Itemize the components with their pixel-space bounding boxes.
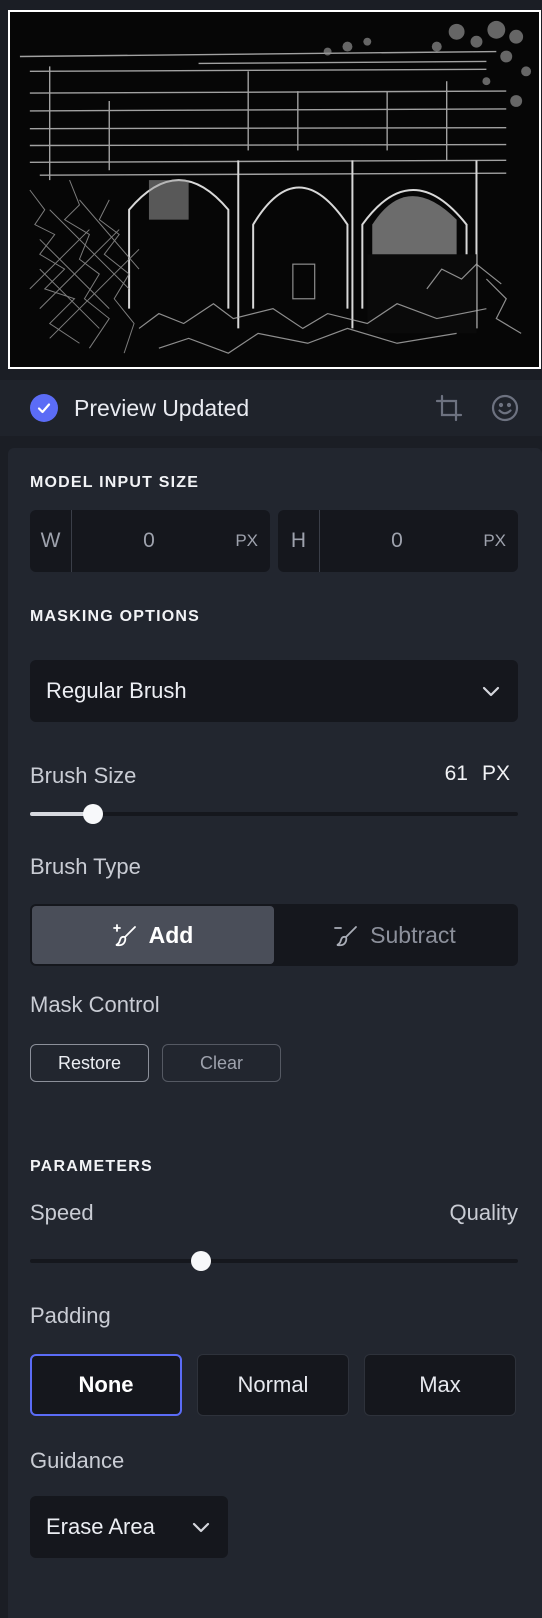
width-unit: PX (235, 531, 258, 550)
smiley-icon[interactable] (490, 393, 520, 423)
brush-add-icon (112, 924, 136, 947)
speed-quality-slider-thumb[interactable] (190, 1251, 211, 1271)
width-prefix: W (30, 510, 72, 572)
brush-type-subtract-button[interactable]: Subtract (274, 906, 516, 964)
padding-label: Padding (30, 1303, 111, 1328)
width-field[interactable]: W 0 PX (30, 510, 270, 572)
padding-normal-button[interactable]: Normal (197, 1354, 349, 1416)
masking-mode-select[interactable]: Regular Brush (30, 660, 518, 722)
status-bar: Preview Updated (0, 380, 542, 436)
brush-size-value: 61 (444, 762, 468, 785)
preview-image[interactable] (8, 10, 541, 369)
masking-mode-value: Regular Brush (46, 678, 187, 703)
mask-control-label: Mask Control (30, 992, 160, 1017)
speed-quality-slider[interactable] (30, 1251, 518, 1271)
padding-none-button[interactable]: None (30, 1354, 182, 1416)
brush-type-add-label: Add (148, 921, 194, 948)
brush-type-subtract-label: Subtract (370, 921, 456, 948)
crop-icon[interactable] (434, 393, 464, 423)
model-input-size-heading: MODEL INPUT SIZE (30, 474, 200, 491)
height-unit: PX (483, 531, 506, 550)
status-text: Preview Updated (74, 395, 250, 421)
chevron-down-icon (482, 686, 500, 697)
restore-button[interactable]: Restore (30, 1044, 149, 1082)
brush-type-toggle: Add Subtract (30, 904, 518, 966)
clear-button[interactable]: Clear (162, 1044, 281, 1082)
brush-subtract-icon (334, 926, 358, 947)
brush-size-slider-thumb[interactable] (83, 804, 104, 824)
guidance-select[interactable]: Erase Area (30, 1496, 228, 1558)
quality-label: Quality (449, 1200, 518, 1225)
chevron-down-icon (192, 1522, 210, 1533)
height-field[interactable]: H 0 PX (278, 510, 518, 572)
height-value[interactable]: 0 (320, 510, 474, 572)
guidance-value: Erase Area (46, 1514, 155, 1539)
edge-detected-house-image (10, 12, 539, 367)
width-value[interactable]: 0 (72, 510, 226, 572)
parameters-heading: PARAMETERS (30, 1158, 153, 1175)
brush-size-label: Brush Size (30, 763, 137, 788)
guidance-label: Guidance (30, 1448, 125, 1473)
masking-options-heading: MASKING OPTIONS (30, 608, 201, 625)
height-prefix: H (278, 510, 320, 572)
brush-size-readout: 61 PX (445, 762, 510, 786)
brush-type-label: Brush Type (30, 854, 141, 879)
check-icon (30, 394, 58, 422)
brush-type-add-button[interactable]: Add (32, 906, 274, 964)
padding-max-button[interactable]: Max (364, 1354, 516, 1416)
preview-area (0, 0, 542, 372)
settings-panel: MODEL INPUT SIZE W 0 PX H 0 PX MASKING O… (8, 448, 542, 1618)
brush-size-slider[interactable] (30, 804, 518, 824)
brush-size-unit: PX (481, 762, 510, 785)
speed-label: Speed (30, 1200, 94, 1225)
